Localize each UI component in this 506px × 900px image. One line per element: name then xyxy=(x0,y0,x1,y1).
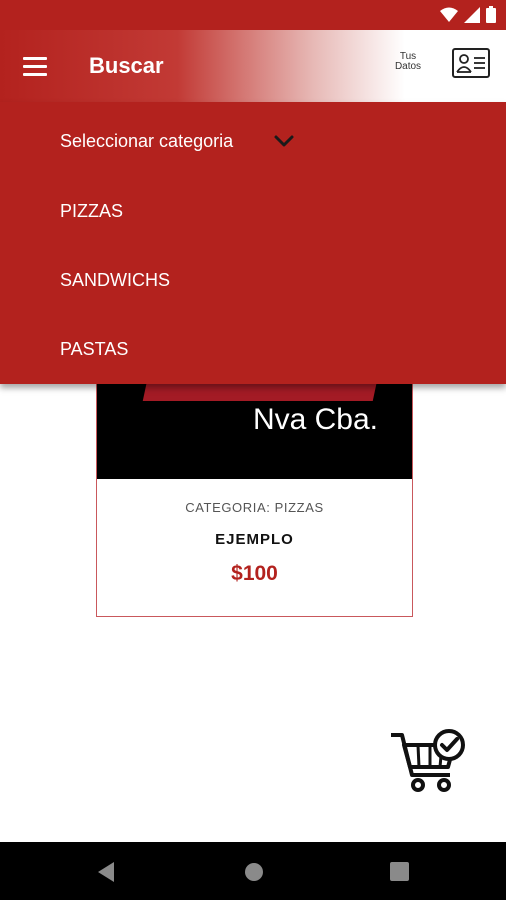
menu-option-sandwichs[interactable]: SANDWICHS xyxy=(60,267,170,293)
profile-button[interactable] xyxy=(452,48,490,78)
chevron-down-icon[interactable] xyxy=(273,132,295,150)
user-data-label[interactable]: Tus Datos xyxy=(388,52,428,72)
user-data-label-line2: Datos xyxy=(394,61,422,72)
navigation-bar xyxy=(0,842,506,900)
product-price: $100 xyxy=(231,562,278,585)
cart-button[interactable] xyxy=(388,727,468,797)
back-icon[interactable] xyxy=(96,861,116,883)
status-icons xyxy=(440,6,496,23)
signal-icon xyxy=(464,6,480,23)
wifi-icon xyxy=(440,7,458,22)
image-subtitle: Nva Cba. xyxy=(252,403,378,436)
menu-option-pizzas[interactable]: PIZZAS xyxy=(60,198,123,224)
recent-apps-icon[interactable] xyxy=(390,862,409,881)
id-card-icon xyxy=(456,54,485,73)
category-dropdown-menu: Seleccionar categoria PIZZAS SANDWICHS P… xyxy=(0,102,506,384)
product-category: CATEGORIA: PIZZAS xyxy=(185,500,324,515)
menu-button[interactable] xyxy=(20,52,50,80)
hamburger-menu-icon xyxy=(23,57,47,76)
app-bar: Buscar Tus Datos xyxy=(0,30,506,102)
home-icon[interactable] xyxy=(244,862,264,882)
status-bar xyxy=(0,0,506,30)
product-name: EJEMPLO xyxy=(215,531,294,548)
page-title: Buscar xyxy=(89,53,164,78)
cart-check-icon xyxy=(391,729,465,792)
category-select-label[interactable]: Seleccionar categoria xyxy=(60,128,233,154)
menu-option-pastas[interactable]: PASTAS xyxy=(60,336,128,362)
battery-icon xyxy=(486,6,496,23)
